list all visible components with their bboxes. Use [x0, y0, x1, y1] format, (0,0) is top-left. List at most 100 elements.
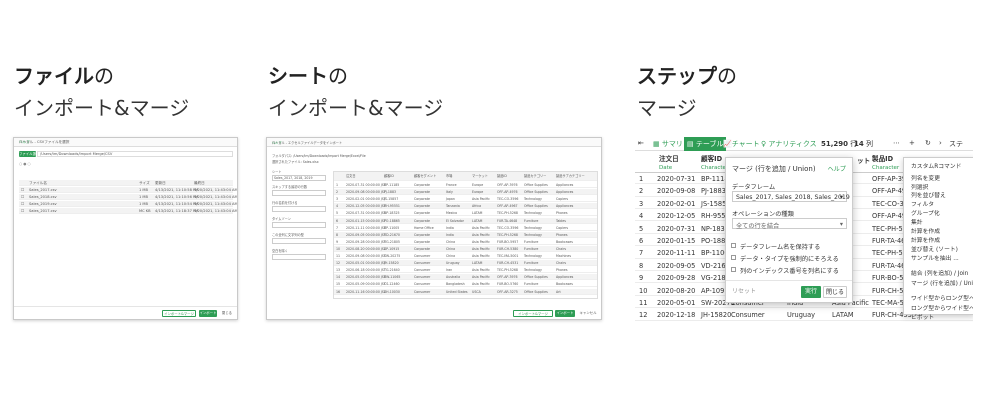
run-button[interactable]: 実行 [801, 286, 821, 298]
table-tab[interactable]: ▤ テーブル [684, 137, 727, 151]
table-cell: Europe [472, 183, 484, 187]
section-title-main: ステップ [637, 64, 717, 88]
row-count-value: 51,290 [821, 140, 849, 148]
chevron-right-icon[interactable]: › [939, 139, 942, 147]
import-merge-button[interactable]: インポート&マージ [162, 310, 196, 317]
check-force-type[interactable]: データ・タイプを強制的にそろえる [726, 254, 851, 263]
back-icon[interactable]: ⇤ [638, 139, 644, 147]
row-checkbox[interactable]: ☐ [21, 202, 24, 206]
add-step-icon[interactable]: + [909, 139, 915, 147]
chart-tab[interactable]: 📈チャート [723, 139, 760, 149]
menu-item[interactable]: 集計 [911, 217, 923, 226]
table-row: 15 2020-05-09 00:00:00 JST CS-12460 Consume… [334, 281, 597, 288]
table-cell: Iran [446, 268, 453, 273]
table-row: 12 2020-05-01 00:00:00 JST JH-15820 Consume… [334, 260, 597, 267]
table-row[interactable]: ☐ Sales_2018.csv 1 MB 4/13/2021, 11:10:5… [19, 194, 237, 200]
section-title-main: シート [268, 64, 328, 88]
table-cell: JS-15857 [384, 197, 399, 202]
table-row[interactable]: ☐ Sales_2017.csv MC KB 4/13/2021, 11:18:… [19, 208, 237, 214]
col-header-market[interactable]: ット [857, 155, 870, 165]
table-cell: Office Supplies [524, 183, 548, 187]
check-index-names[interactable]: 列のインデックス番号を列名にする [726, 266, 851, 275]
table-row[interactable]: ☐ Sales_2019.csv 1 MB 4/13/2021, 11:10:5… [19, 201, 237, 207]
option-input[interactable] [272, 254, 326, 260]
row-number: 10 [639, 286, 648, 295]
table-cell: TEC-PH-5268 [497, 211, 518, 216]
option-input[interactable] [272, 190, 326, 196]
file-last: 4/20/2021, 11:43:04 AM [194, 209, 238, 213]
menu-item[interactable]: ピボット [911, 312, 934, 321]
table-row[interactable]: ☐ Sales_2017.csv 1 MB 4/13/2021, 11:10:5… [19, 187, 237, 193]
table-cell: TG-21640 [384, 268, 400, 273]
table-cell: Corporate [414, 232, 430, 237]
table-cell: Consumer [414, 268, 431, 273]
menu-item[interactable]: 計算を作成 [911, 235, 940, 244]
option-input[interactable] [272, 206, 326, 212]
table-cell: Asia Pacific [472, 254, 490, 258]
menu-item[interactable]: 列名を変更 [911, 173, 940, 182]
table-cell: FUR-CH-4531 [497, 261, 519, 266]
col-name: 顧客ID [701, 155, 723, 163]
col-header-date[interactable]: 注文日 Date [659, 153, 679, 171]
checkbox-icon [731, 255, 736, 260]
check-keep-names[interactable]: データフレーム名を保持する [726, 242, 851, 251]
menu-item[interactable]: マージ (行を追加) / Union [911, 278, 973, 287]
help-link[interactable]: ヘルプ [272, 140, 597, 145]
table-row: 7 2020-11-11 00:00:00 JST BP-11005 Home Off… [334, 225, 597, 231]
table-cell: Machines [556, 254, 572, 258]
date-cell: 2020-02-01 [657, 199, 696, 208]
menu-item[interactable]: 列を並び替え [911, 190, 946, 199]
menu-item[interactable]: ワイド型からロング型へ [911, 293, 973, 302]
menu-item[interactable]: 結合 (列を追加) / Join [911, 268, 968, 277]
help-link[interactable]: ヘルプ [19, 140, 233, 145]
row-checkbox[interactable]: ☐ [21, 209, 24, 213]
date-cell: 2020-01-15 [657, 237, 696, 245]
browse-button[interactable]: ファイル選択 [19, 151, 36, 162]
menu-item[interactable]: グループ化 [911, 208, 940, 217]
encoding-options[interactable]: ○ ● ○ [19, 162, 79, 167]
summary-tab[interactable]: ▦ サマリ [653, 139, 683, 149]
table-cell: CS-12460 [384, 282, 400, 287]
close-button[interactable]: 閉じる [823, 286, 847, 298]
row-number: 9 [336, 239, 339, 244]
import-button[interactable]: インポート [199, 310, 217, 317]
sheet-select[interactable]: Sales_2017, 2018, 2019 [272, 175, 326, 181]
col-header: 製品ID [497, 174, 507, 178]
table-cell: RH-95551 [384, 204, 400, 209]
folder-info: フォルダパス: /Users/tm/Downloads/Import Merge… [272, 153, 366, 158]
menu-item[interactable]: サンプルを抽出 ... [911, 253, 959, 262]
path-field[interactable]: /Users/tm/Downloads/Import Merge/CSV [37, 151, 233, 157]
close-button[interactable]: 閉じる [219, 310, 235, 317]
op-select[interactable]: 全ての行を結合 ▾ [732, 218, 847, 230]
table-cell: LATAM [472, 261, 483, 266]
table-cell: Technology [524, 211, 542, 216]
row-checkbox[interactable]: ☐ [21, 188, 24, 192]
menu-item[interactable]: ロング型からワイド型へ [911, 303, 973, 312]
row-number: 1 [336, 183, 339, 187]
import-merge-button[interactable]: インポート&マージ [513, 310, 553, 317]
cancel-button[interactable]: キャンセル [576, 310, 600, 317]
table-cell: Furniture [524, 246, 539, 251]
file-import-dialog: ローカル - CSVファイルを選択 ヘルプ ファイル選択 /Users/tm/Do… [13, 137, 238, 320]
analytics-tab[interactable]: ♀ アナリティクス [761, 139, 817, 149]
file-last: 4/20/2021, 11:43:04 AM [194, 188, 238, 192]
option-input[interactable] [272, 238, 326, 244]
option-input[interactable] [272, 222, 326, 228]
toolbar: ⇤ ▦ サマリ ▤ テーブル 📈チャート ♀ アナリティクス 51,290 行 … [635, 136, 973, 151]
menu-item[interactable]: カスタムRコマンド [911, 161, 961, 170]
reset-button[interactable]: リセット [730, 286, 758, 298]
analytics-label: アナリティクス [768, 140, 817, 148]
table-cell: OFF-AP-4967 [497, 204, 518, 209]
menu-item[interactable]: 並び替え (ソート) [911, 244, 958, 253]
refresh-icon[interactable]: ↻ [925, 139, 931, 147]
row-checkbox[interactable]: ☐ [21, 195, 24, 199]
df-select[interactable]: Sales_2017, Sales_2018, Sales_2019 ▾ [732, 191, 850, 202]
menu-item[interactable]: 計算を作成 [911, 226, 940, 235]
col-header-product[interactable]: 製品ID Character [872, 153, 899, 171]
import-button[interactable]: インポート [555, 310, 575, 317]
more-icon[interactable]: ⋯ [893, 139, 900, 147]
menu-item[interactable]: フィルタ [911, 199, 934, 208]
row-number: 11 [336, 254, 341, 258]
table-cell: FUR-TA-4648 [497, 218, 518, 223]
help-link[interactable]: ヘルプ [827, 164, 846, 173]
